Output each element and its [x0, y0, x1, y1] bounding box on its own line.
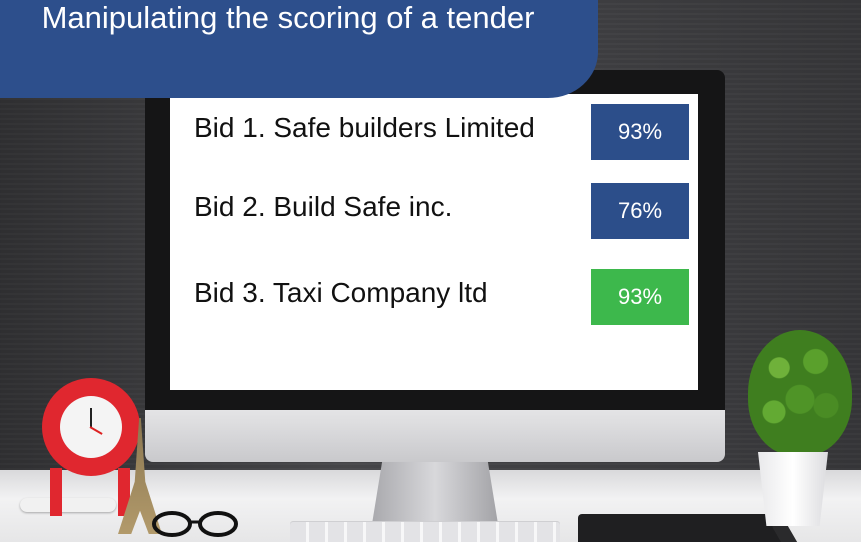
- graphics-tablet: [578, 514, 788, 542]
- title-banner: Manipulating the scoring of a tender: [0, 0, 598, 98]
- keyboard: [290, 522, 560, 542]
- bid-score-1: 93%: [591, 104, 689, 160]
- bid-score-2: 76%: [591, 183, 689, 239]
- bid-row-1: Bid 1. Safe builders Limited 93%: [170, 104, 698, 160]
- monitor-screen: Bid 1. Safe builders Limited 93% Bid 2. …: [170, 94, 698, 390]
- plant-pot: [758, 452, 828, 526]
- office-scene: Bid 1. Safe builders Limited 93% Bid 2. …: [0, 0, 861, 542]
- monitor-stand: [372, 462, 498, 524]
- monitor-chin: [145, 410, 725, 462]
- bid-label-2: Bid 2. Build Safe inc.: [194, 191, 453, 222]
- potted-plant-leaves: [748, 330, 852, 456]
- clock-minute-hand: [89, 426, 103, 435]
- bid-label-3: Bid 3. Taxi Company ltd: [194, 277, 488, 308]
- toy-airplane: [20, 498, 116, 512]
- bid-row-2: Bid 2. Build Safe inc. 76%: [170, 183, 698, 239]
- clock-hour-hand: [90, 408, 92, 428]
- bid-label-1: Bid 1. Safe builders Limited: [194, 112, 535, 143]
- eyeglasses: [152, 511, 238, 537]
- alarm-clock: [42, 378, 140, 476]
- bid-score-3: 93%: [591, 269, 689, 325]
- slide-title: Manipulating the scoring of a tender: [41, 0, 535, 35]
- clock-leg-left: [50, 468, 62, 516]
- bid-row-3: Bid 3. Taxi Company ltd 93%: [170, 269, 698, 325]
- clock-face: [60, 396, 122, 458]
